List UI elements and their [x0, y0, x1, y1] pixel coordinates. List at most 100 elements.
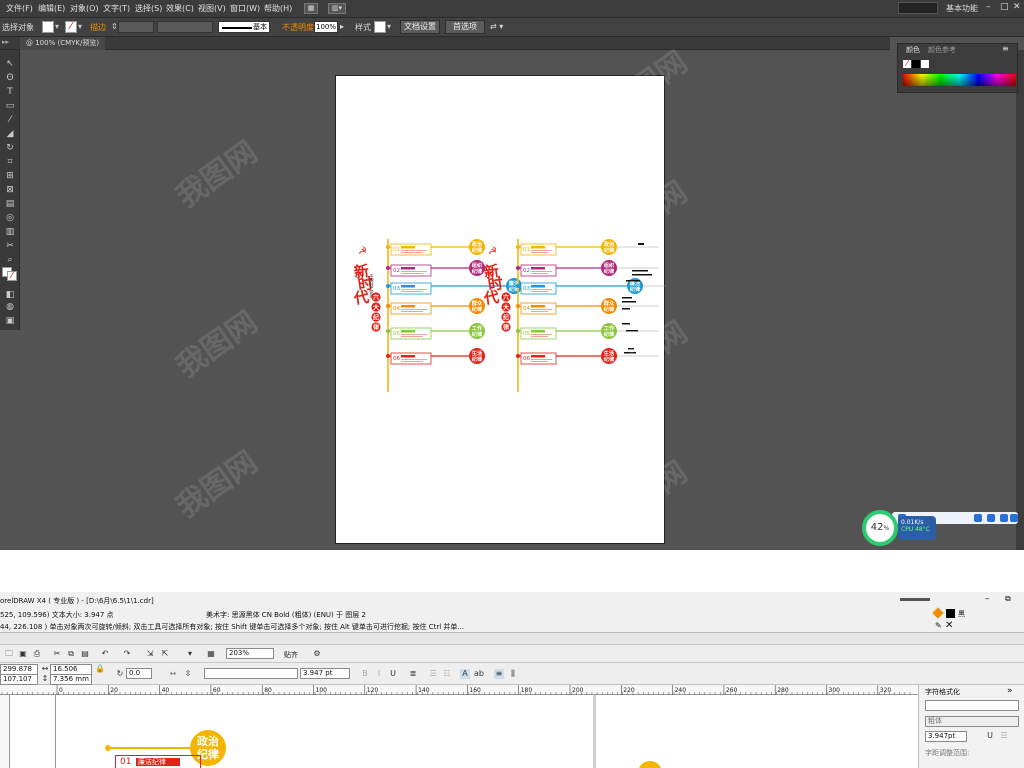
vertical-text-icon[interactable]: ⫼ [508, 669, 518, 679]
zoom-level-dropdown[interactable]: 203% [226, 648, 274, 659]
align-icon[interactable]: ≣ [408, 669, 418, 679]
redo-icon[interactable]: ↷ [122, 649, 132, 659]
rectangle-tool-icon[interactable]: ▭ [4, 101, 16, 111]
mirror-v-icon[interactable]: ⇳ [183, 669, 193, 679]
selection-tool-icon[interactable]: ↖ [4, 59, 16, 69]
vertical-scrollbar[interactable] [1016, 50, 1024, 550]
free-transform-tool-icon[interactable]: ⌗ [4, 157, 16, 167]
rotate-tool-icon[interactable]: ↻ [4, 143, 16, 153]
docker-size-field[interactable]: 3.947pt [925, 731, 967, 742]
document-tab[interactable]: @ 100% (CMYK/预览) [20, 37, 106, 50]
graph-tool-icon[interactable]: ▥ [4, 227, 16, 237]
search-field[interactable] [898, 2, 938, 14]
white-swatch[interactable] [921, 60, 929, 68]
zoom-tool-icon[interactable]: ⌕ [4, 255, 16, 265]
export-icon[interactable]: ⇱ [160, 649, 170, 659]
shape-builder-tool-icon[interactable]: ⊞ [4, 171, 16, 181]
menu-view[interactable]: 视图(V) [198, 3, 226, 14]
text-edit-icon[interactable]: ab [474, 669, 484, 679]
horizontal-text-icon[interactable]: ≡ [494, 669, 504, 679]
stroke-weight-stepper[interactable]: ⇕ [111, 22, 118, 31]
maximize-button[interactable]: □ [1000, 2, 1009, 12]
opacity-label[interactable]: 不透明度 [282, 22, 314, 33]
stroke-weight-field[interactable] [118, 21, 154, 33]
scissors-icon[interactable] [974, 514, 982, 522]
eraser-tool-icon[interactable]: ◢ [4, 129, 16, 139]
memory-usage-gauge[interactable]: 42% [862, 510, 898, 546]
gradient-tool-icon[interactable]: ▤ [4, 199, 16, 209]
menu-window[interactable]: 窗口(W) [230, 3, 260, 14]
mirror-h-icon[interactable]: ⇿ [168, 669, 178, 679]
bridge-icon[interactable]: ▦ [304, 3, 318, 14]
undo-icon[interactable]: ↶ [100, 649, 110, 659]
italic-icon[interactable]: I [374, 669, 384, 679]
no-outline-icon[interactable]: ✕ [945, 620, 953, 631]
preferences-button[interactable]: 首选项 [445, 20, 485, 34]
snap-to-dropdown[interactable]: 贴齐 [284, 650, 298, 660]
draw-mode-icon[interactable]: ◍ [4, 302, 16, 312]
menu-type[interactable]: 文字(T) [103, 3, 130, 14]
arrange-documents-icon[interactable]: ▥▾ [328, 3, 346, 14]
color-guide-tab[interactable]: 颜色参考 [928, 45, 956, 55]
cd-minimize-button[interactable]: – [985, 594, 990, 604]
blend-tool-icon[interactable]: ◎ [4, 213, 16, 223]
options-icon[interactable]: ⚙ [312, 649, 322, 659]
copy-icon[interactable]: ⧉ [66, 649, 76, 659]
menu-object[interactable]: 对象(O) [70, 3, 99, 14]
stroke-none-icon[interactable]: ⁄ [65, 21, 77, 33]
lock-ratio-icon[interactable]: 🔒 [95, 664, 105, 674]
cut-icon[interactable]: ✂ [52, 649, 62, 659]
slice-tool-icon[interactable]: ✂ [4, 241, 16, 251]
cd-restore-button[interactable]: ⧉ [1005, 594, 1011, 604]
stroke-color-icon[interactable]: ⁄ [7, 271, 17, 281]
black-swatch[interactable] [912, 60, 920, 68]
lasso-tool-icon[interactable]: ʘ [4, 73, 16, 83]
workspace-switcher[interactable]: 基本功能 [946, 3, 978, 14]
char-format-icon[interactable]: Ａ [460, 669, 470, 679]
print-icon[interactable]: ⎙ [32, 649, 42, 659]
mesh-tool-icon[interactable]: ⊠ [4, 185, 16, 195]
menu-effect[interactable]: 效果(C) [166, 3, 194, 14]
color-tab[interactable]: 颜色 [906, 45, 920, 55]
menu-file[interactable]: 文件(F) [6, 3, 33, 14]
welcome-icon[interactable]: ▦ [206, 649, 216, 659]
arrange-icon[interactable]: ⇄ ▾ [490, 22, 503, 31]
stroke-style-dropdown[interactable]: 基本 [218, 21, 270, 33]
close-button[interactable]: ✕ [1013, 2, 1021, 12]
screen-mode-icon[interactable]: ▣ [4, 316, 16, 326]
none-color-icon[interactable]: ⁄ [903, 60, 911, 68]
canvas-item-box[interactable]: 01 廉洁纪律 [115, 755, 201, 768]
menu-select[interactable]: 选择(S) [135, 3, 162, 14]
stroke-dropdown-icon[interactable]: ▾ [78, 22, 82, 31]
docker-expand-icon[interactable]: » [1007, 686, 1013, 696]
keyboard-icon[interactable] [987, 514, 995, 522]
menu-help[interactable]: 帮助(H) [264, 3, 292, 14]
user-icon[interactable] [1000, 514, 1008, 522]
variable-width-dropdown[interactable] [157, 21, 213, 33]
open-icon[interactable]: 🗀 [4, 649, 14, 659]
dropcap-icon[interactable]: ☷ [442, 669, 452, 679]
docker-font-dropdown[interactable] [925, 700, 1019, 711]
opacity-dropdown-icon[interactable]: ▸ [340, 22, 344, 31]
save-icon[interactable]: ▣ [18, 649, 28, 659]
type-tool-icon[interactable]: T [4, 87, 16, 97]
brush-tool-icon[interactable]: ⁄ [4, 115, 16, 125]
color-mode-icon[interactable]: ◧ [4, 290, 16, 300]
bullets-icon[interactable]: ☰ [428, 669, 438, 679]
object-height-field[interactable]: 7.356 mm [50, 674, 92, 685]
minimize-button[interactable]: – [986, 2, 991, 12]
paste-icon[interactable]: ▤ [80, 649, 90, 659]
font-size-dropdown[interactable]: 3.947 pt [300, 668, 350, 679]
style-dropdown-icon[interactable]: ▾ [387, 22, 391, 31]
document-setup-button[interactable]: 文档设置 [400, 20, 440, 34]
docker-bullet-icon[interactable]: ☰ [999, 731, 1009, 741]
rotation-field[interactable]: 0.0 [126, 668, 152, 679]
fill-swatch[interactable] [42, 21, 54, 33]
panel-menu-icon[interactable]: ≡ [1002, 44, 1009, 53]
opacity-field[interactable]: 100% [314, 21, 338, 33]
shirt-icon[interactable] [1010, 514, 1018, 522]
app-launcher-icon[interactable]: ▾ [185, 649, 195, 659]
menu-edit[interactable]: 编辑(E) [38, 3, 65, 14]
fill-dropdown-icon[interactable]: ▾ [55, 22, 59, 31]
stroke-label[interactable]: 描边 [90, 22, 106, 33]
